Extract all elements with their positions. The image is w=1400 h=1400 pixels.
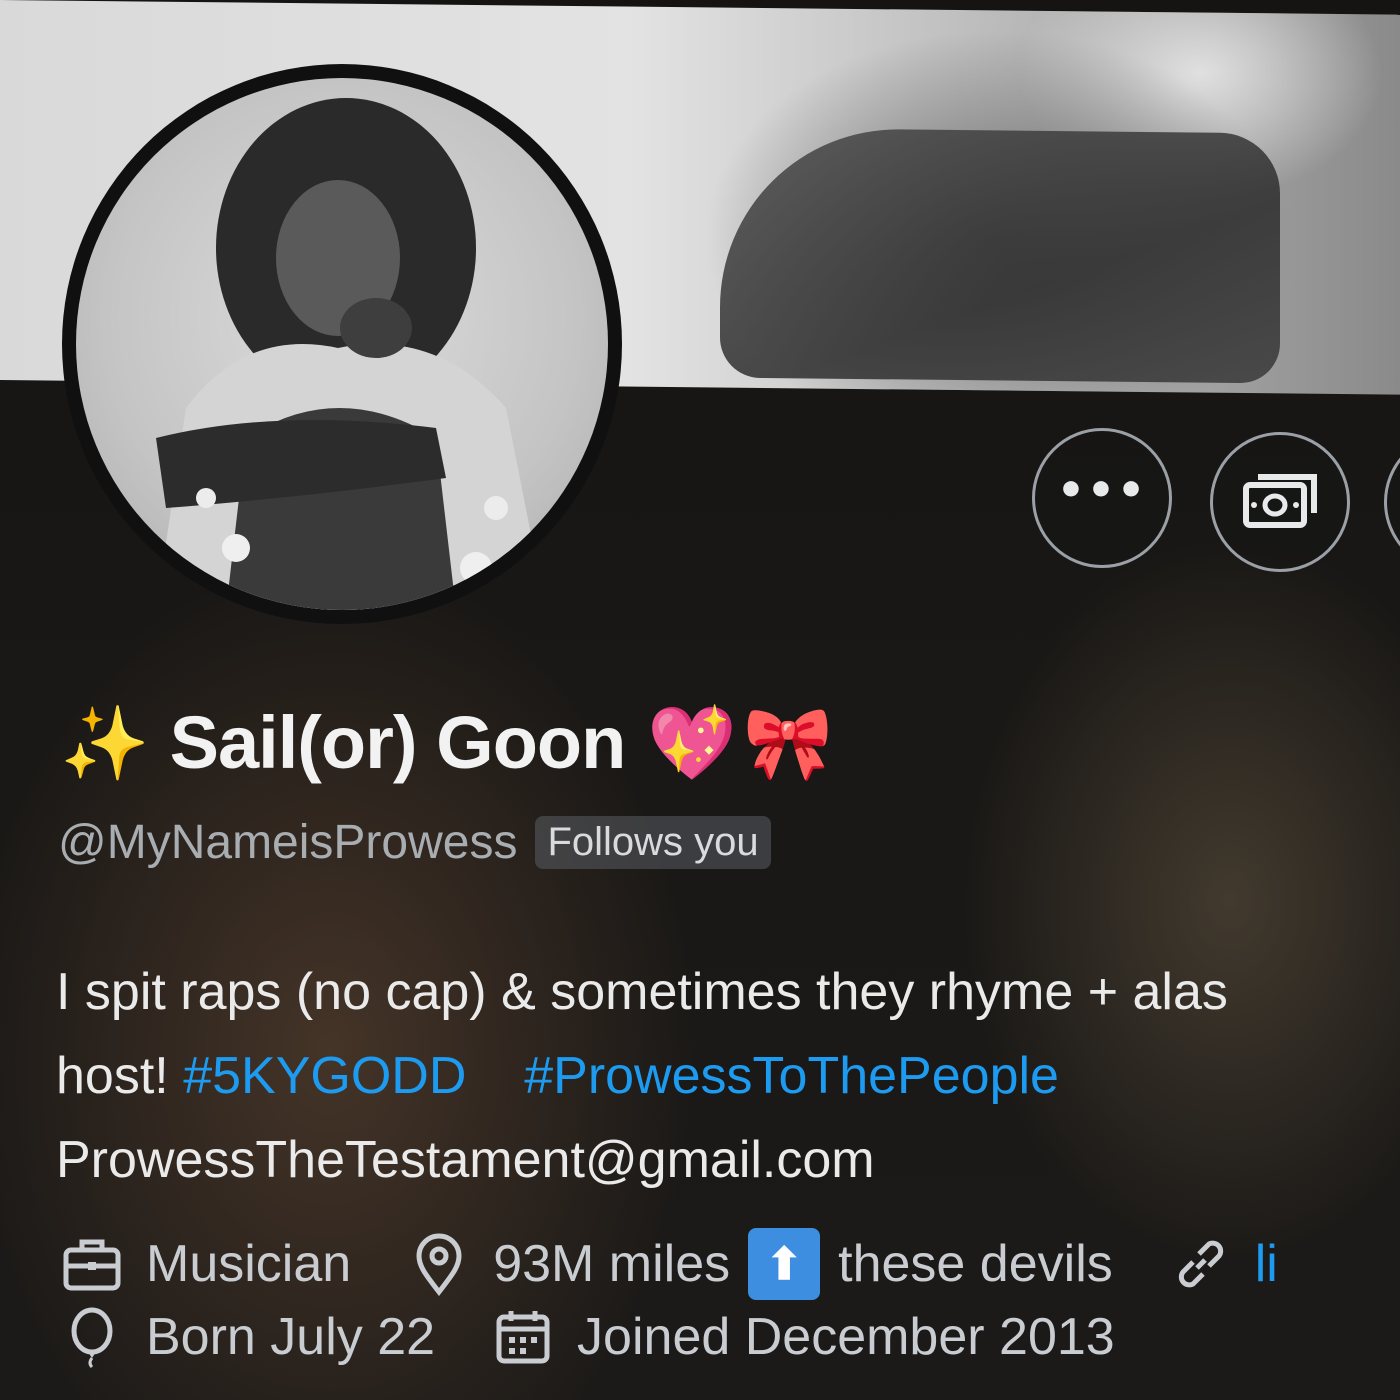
bio-line-1: I spit raps (no cap) & sometimes they rh… xyxy=(56,963,1228,1021)
profile-bio: I spit raps (no cap) & sometimes they rh… xyxy=(56,950,1400,1202)
location-item: 93M miles ⬆ these devils xyxy=(407,1228,1113,1300)
location-text-suffix: these devils xyxy=(838,1235,1113,1293)
joined-item: Joined December 2013 xyxy=(491,1305,1115,1369)
bio-email: ProwessTheTestament@gmail.com xyxy=(56,1131,875,1189)
birthday-text: Born July 22 xyxy=(146,1308,436,1366)
display-name: Sail(or) Goon xyxy=(169,701,627,784)
website-link[interactable]: li xyxy=(1255,1234,1278,1294)
banner-figure xyxy=(720,127,1280,384)
hashtag-link[interactable]: #ProwessToThePeople xyxy=(524,1047,1059,1105)
display-name-row: ✨ Sail(or) Goon 💖 🎀 xyxy=(60,700,833,785)
follows-you-badge: Follows you xyxy=(535,816,771,869)
profile-avatar[interactable] xyxy=(62,64,622,624)
briefcase-icon xyxy=(63,1239,121,1291)
avatar-figure-icon xyxy=(156,98,546,610)
location-text: 93M miles xyxy=(493,1235,731,1293)
website-item[interactable]: li xyxy=(1169,1232,1278,1296)
more-options-button[interactable]: ••• xyxy=(1032,428,1172,568)
tip-jar-icon xyxy=(1243,474,1317,528)
action-button-partial[interactable] xyxy=(1384,432,1400,572)
profession-item: Musician xyxy=(60,1232,351,1296)
profession-label: Musician xyxy=(146,1235,352,1293)
profile-screen: ••• ✨ Sail(or) Goon 💖 🎀 @MyNameisProwess… xyxy=(0,0,1400,1400)
joined-text: Joined December 2013 xyxy=(577,1308,1115,1366)
bio-text: host! xyxy=(56,1047,184,1105)
more-icon: ••• xyxy=(1056,465,1148,516)
sparkles-icon: ✨ xyxy=(60,700,150,785)
birthday-item: Born July 22 xyxy=(60,1305,435,1369)
avatar-photo xyxy=(76,78,608,610)
sparkling-heart-icon: 💖 xyxy=(647,700,737,785)
profile-handle: @MyNameisProwess xyxy=(58,816,518,869)
calendar-icon xyxy=(496,1311,550,1364)
hashtag-link[interactable]: #5KYGODD xyxy=(183,1047,466,1105)
link-icon xyxy=(1178,1240,1223,1288)
tip-button[interactable] xyxy=(1210,432,1350,572)
ribbon-icon: 🎀 xyxy=(742,700,833,785)
profile-meta-row-2: Born July 22 Joined December 2013 xyxy=(60,1305,1171,1369)
bio-line-2: host! #5KYGODD #ProwessToThePeople xyxy=(56,1034,1400,1118)
balloon-icon xyxy=(71,1307,113,1369)
handle-row: @MyNameisProwess Follows you xyxy=(58,815,771,870)
location-pin-icon xyxy=(416,1233,462,1296)
up-arrow-icon: ⬆ xyxy=(748,1228,821,1300)
profile-meta-row-1: Musician 93M miles ⬆ these devils li xyxy=(60,1228,1334,1300)
